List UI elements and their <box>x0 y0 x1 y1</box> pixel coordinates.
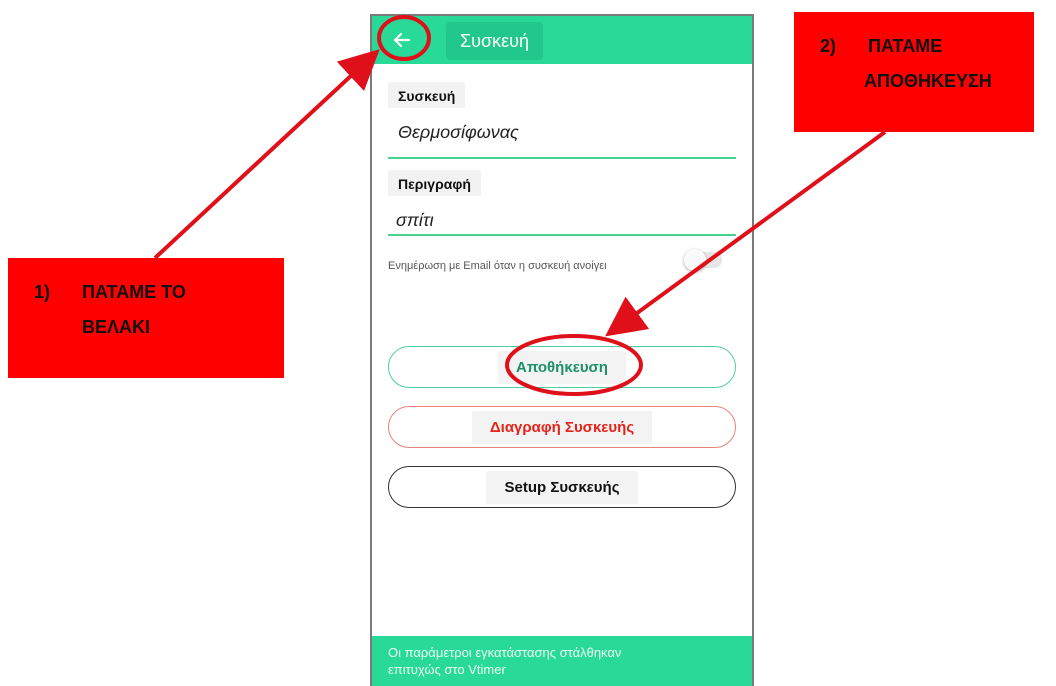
device-field-underline <box>388 157 736 159</box>
back-button[interactable] <box>386 24 418 56</box>
device-field[interactable]: Θερμοσίφωνας <box>390 120 527 145</box>
callout-step-1-number: 1) <box>34 282 51 302</box>
save-button[interactable]: Αποθήκευση <box>388 346 736 388</box>
snackbar-line-2: επιτυχώς στο Vtimer <box>388 662 506 677</box>
app-bar: Συσκευή <box>372 16 752 64</box>
arrow-left-icon <box>393 32 411 48</box>
callout-step-1-text-1: ΠΑΤΑΜΕ ΤΟ <box>82 282 186 302</box>
page-title: Συσκευή <box>446 22 543 60</box>
callout-step-2-text-2: ΑΠΟΘΗΚΕΥΣΗ <box>864 71 992 91</box>
save-button-label: Αποθήκευση <box>498 350 626 384</box>
arrow-to-back-button <box>153 49 380 260</box>
description-label: Περιγραφή <box>388 170 481 196</box>
description-field-underline <box>388 234 736 236</box>
device-label: Συσκευή <box>388 82 466 108</box>
callout-step-2-line-1: 2) ΠΑΤΑΜΕ <box>820 36 1034 57</box>
phone-screen: Συσκευή Συσκευή Θερμοσίφωνας Περιγραφή σ… <box>370 14 754 686</box>
callout-step-2-number: 2) <box>820 36 837 56</box>
email-notify-label: Ενημέρωση με Email όταν η συσκευή ανοίγε… <box>388 260 607 272</box>
delete-device-button-label: Διαγραφή Συσκευής <box>471 410 653 444</box>
callout-step-1-text-2: ΒΕΛΑΚΙ <box>82 317 151 337</box>
setup-device-button-label: Setup Συσκευής <box>486 470 638 504</box>
callout-step-2-text-1: ΠΑΤΑΜΕ <box>868 36 943 56</box>
snackbar: Οι παράμετροι εγκατάστασης στάλθηκαν επι… <box>372 636 752 686</box>
delete-device-button[interactable]: Διαγραφή Συσκευής <box>388 406 736 448</box>
callout-step-2: 2) ΠΑΤΑΜΕ ΑΠΟΘΗΚΕΥΣΗ <box>794 12 1034 132</box>
setup-device-button[interactable]: Setup Συσκευής <box>388 466 736 508</box>
callout-step-1-line-1: 1) ΠΑΤΑΜΕ ΤΟ <box>34 282 284 303</box>
callout-step-1: 1) ΠΑΤΑΜΕ ΤΟ ΒΕΛΑΚΙ <box>8 258 284 378</box>
snackbar-line-1: Οι παράμετροι εγκατάστασης στάλθηκαν <box>388 645 622 660</box>
description-field[interactable]: σπίτι <box>388 208 442 233</box>
email-notify-toggle[interactable] <box>684 249 722 271</box>
toggle-knob <box>684 249 706 271</box>
